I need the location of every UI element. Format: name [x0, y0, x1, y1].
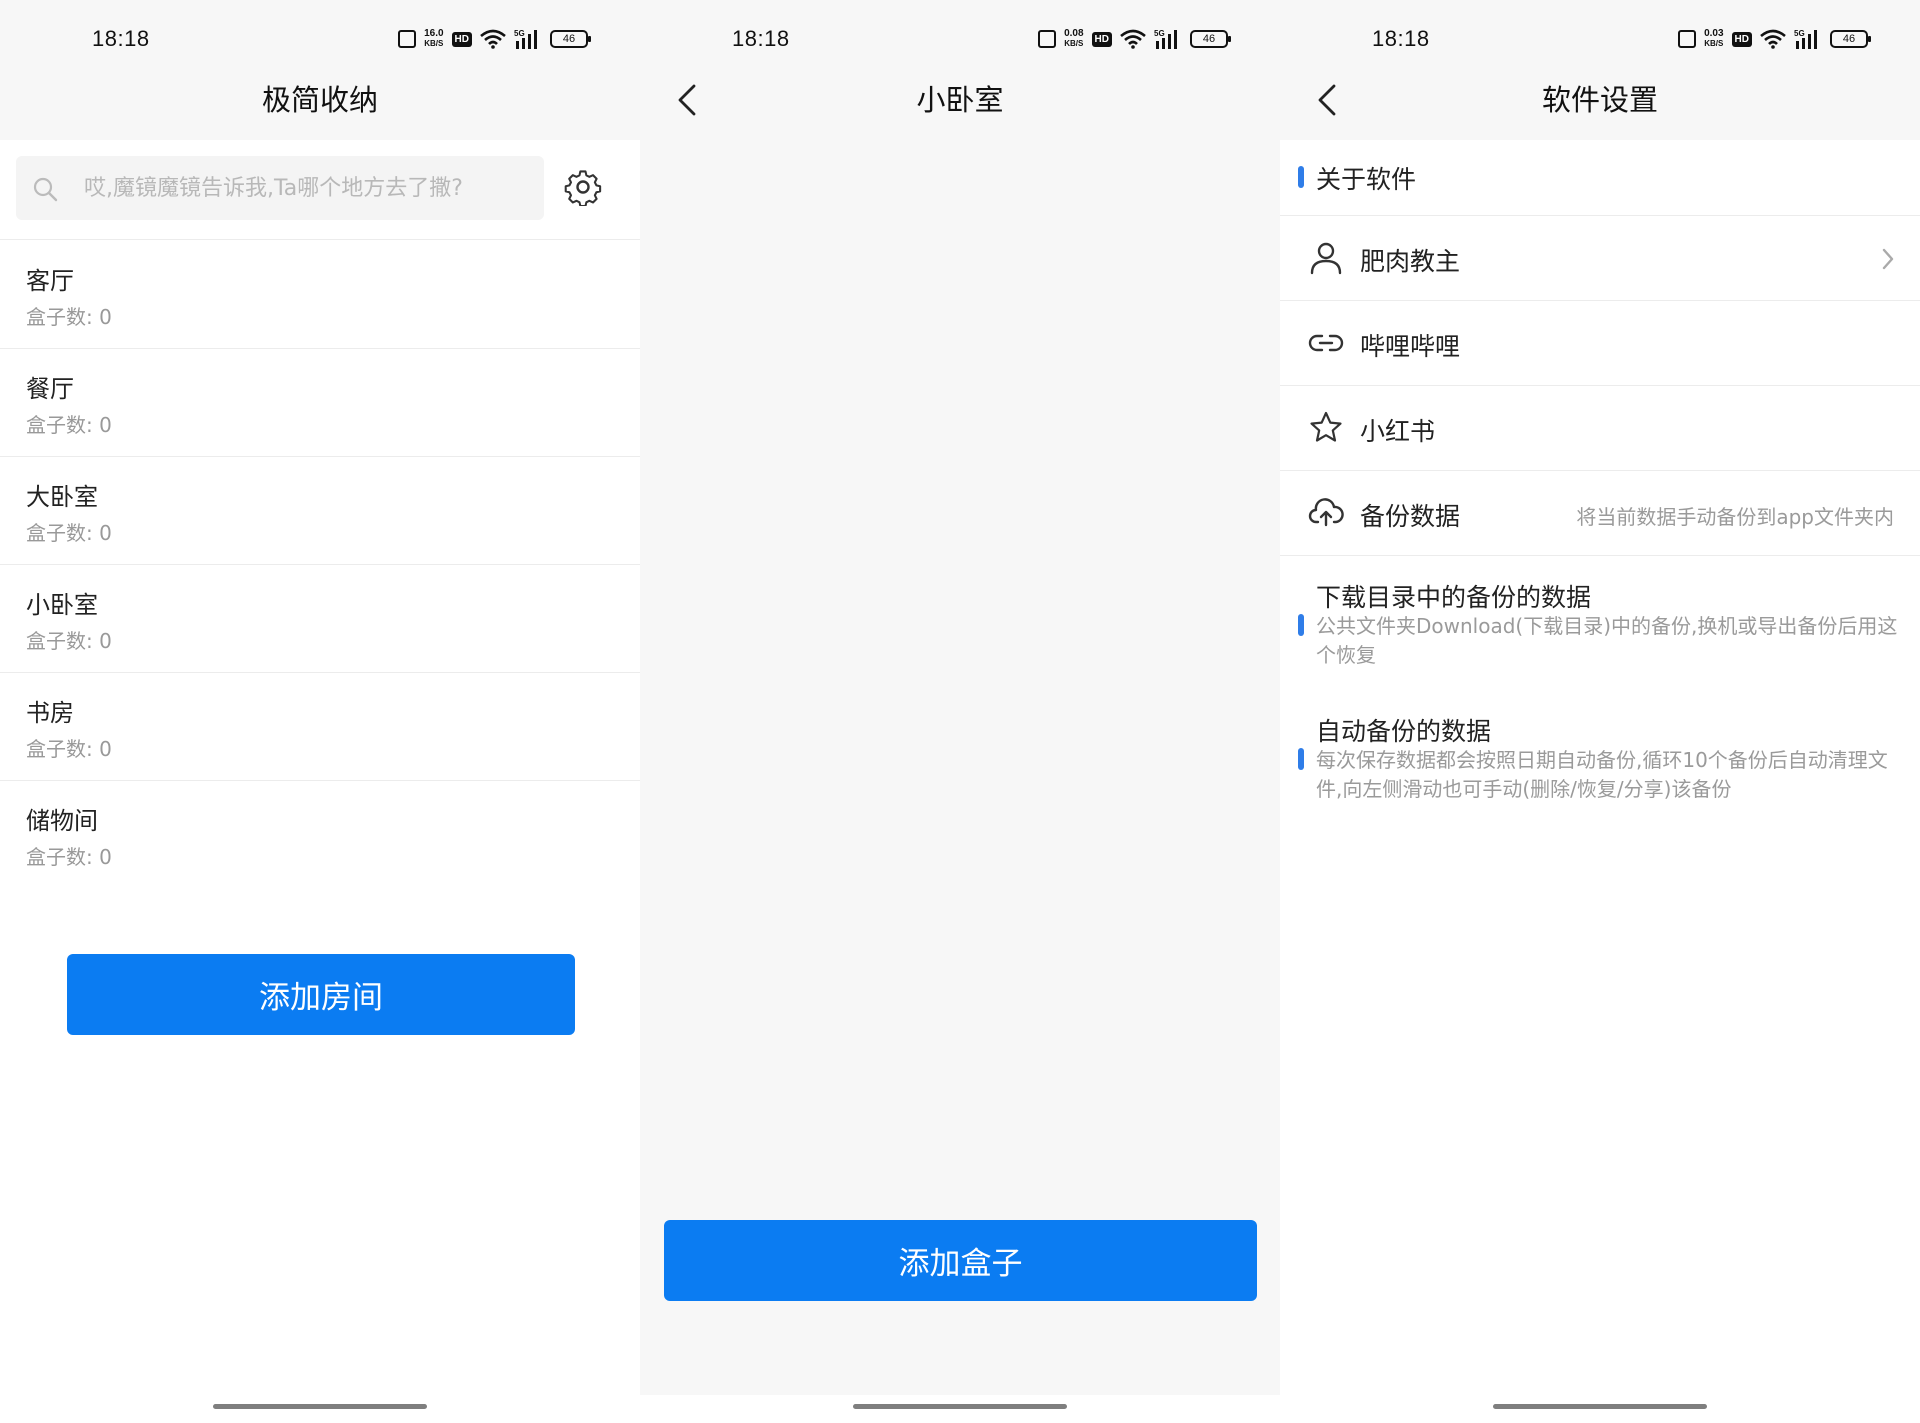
screen-room-detail: 18:18 0.08 KB/S HD 5G 46 小卧室 添加盒子 — [640, 0, 1280, 1423]
title-bar: 极简收纳 — [0, 80, 640, 140]
row-note: 将当前数据手动备份到app文件夹内 — [1576, 505, 1894, 529]
room-name: 书房 — [26, 699, 74, 727]
section-title: 自动备份的数据 — [1316, 717, 1492, 746]
search-bar — [0, 140, 640, 240]
home-indicator[interactable] — [213, 1404, 427, 1409]
room-name: 储物间 — [26, 807, 98, 835]
section-title: 下载目录中的备份的数据 — [1316, 583, 1592, 612]
section-desc: 公共文件夹Download(下载目录)中的备份,换机或导出备份后用这个恢复 — [1316, 614, 1898, 667]
status-time: 18:18 — [1372, 26, 1430, 51]
room-box-count: 盒子数: 0 — [26, 413, 112, 437]
room-box-count: 盒子数: 0 — [26, 737, 112, 761]
hd-icon: HD — [1091, 31, 1112, 47]
room-name: 小卧室 — [26, 591, 98, 619]
room-item[interactable]: 客厅 盒子数: 0 — [0, 241, 640, 349]
status-bar: 18:18 16.0 KB/S HD 5G 46 — [0, 0, 640, 80]
signal-icon: 5G — [1154, 29, 1177, 49]
battery-icon: 46 — [1830, 30, 1871, 48]
network-speed: 16.0 KB/S — [424, 28, 444, 49]
chevron-right-icon — [1882, 248, 1894, 270]
status-time: 18:18 — [92, 26, 150, 51]
signal-label: 5G — [1794, 29, 1805, 38]
room-item[interactable]: 大卧室 盒子数: 0 — [0, 457, 640, 565]
home-indicator[interactable] — [853, 1404, 1067, 1409]
wifi-icon — [480, 29, 506, 49]
status-time: 18:18 — [732, 26, 790, 51]
home-indicator[interactable] — [1493, 1404, 1707, 1409]
row-label: 小红书 — [1360, 417, 1436, 446]
row-label: 备份数据 — [1360, 502, 1461, 531]
room-box-count: 盒子数: 0 — [26, 845, 112, 869]
room-item[interactable]: 书房 盒子数: 0 — [0, 673, 640, 781]
section-accent — [1298, 166, 1304, 188]
author-row[interactable]: 肥肉教主 — [1280, 216, 1920, 301]
wifi-icon — [1120, 29, 1146, 49]
section-accent — [1298, 614, 1304, 636]
add-room-button[interactable]: 添加房间 — [67, 954, 575, 1035]
network-speed: 0.08 KB/S — [1064, 28, 1084, 49]
title-bar: 软件设置 — [1280, 80, 1920, 140]
screen-home: 18:18 16.0 KB/S HD 5G 46 极简收纳 哎,魔镜魔镜告诉我,… — [0, 0, 640, 1423]
room-box-count: 盒子数: 0 — [26, 521, 112, 545]
section-about: 关于软件 — [1280, 140, 1920, 216]
signal-label: 5G — [1154, 29, 1165, 38]
page-title: 软件设置 — [1541, 83, 1658, 117]
page-title: 小卧室 — [916, 83, 1004, 117]
signal-icon: 5G — [1794, 29, 1817, 49]
link-icon — [1308, 334, 1344, 352]
row-label: 哔哩哔哩 — [1360, 332, 1461, 361]
signal-label: 5G — [514, 29, 525, 38]
title-bar: 小卧室 — [640, 80, 1280, 140]
room-item[interactable]: 储物间 盒子数: 0 — [0, 781, 640, 889]
bilibili-row[interactable]: 哔哩哔哩 — [1280, 301, 1920, 386]
hd-icon: HD — [1731, 31, 1752, 47]
network-speed: 0.03 KB/S — [1704, 28, 1724, 49]
screen-settings: 18:18 0.03KB/S HD 5G 46 软件设置 关于软件 肥肉教主 — [1280, 0, 1920, 1423]
auto-backup-section[interactable]: 自动备份的数据 每次保存数据都会按照日期自动备份,循环10个备份后自动清理文件,… — [1280, 690, 1920, 820]
vibrate-icon — [398, 30, 417, 48]
search-icon — [33, 177, 58, 202]
section-title: 关于软件 — [1316, 165, 1417, 194]
status-bar: 18:18 0.08 KB/S HD 5G 46 — [640, 0, 1280, 80]
backup-row[interactable]: 备份数据 将当前数据手动备份到app文件夹内 — [1280, 471, 1920, 556]
section-desc: 每次保存数据都会按照日期自动备份,循环10个备份后自动清理文件,向左侧滑动也可手… — [1316, 748, 1888, 801]
room-item[interactable]: 餐厅 盒子数: 0 — [0, 349, 640, 457]
room-name: 大卧室 — [26, 483, 98, 511]
cloud-upload-icon — [1308, 498, 1344, 527]
xiaohongshu-row[interactable]: 小红书 — [1280, 386, 1920, 471]
signal-icon: 5G — [514, 29, 537, 49]
row-label: 肥肉教主 — [1360, 247, 1461, 276]
battery-icon: 46 — [550, 30, 591, 48]
room-box-count: 盒子数: 0 — [26, 305, 112, 329]
room-item[interactable]: 小卧室 盒子数: 0 — [0, 565, 640, 673]
vibrate-icon — [1678, 30, 1697, 48]
room-name: 客厅 — [26, 267, 74, 295]
user-icon — [1310, 242, 1342, 275]
room-box-count: 盒子数: 0 — [26, 629, 112, 653]
star-icon — [1310, 411, 1342, 442]
page-title: 极简收纳 — [261, 83, 378, 117]
room-name: 餐厅 — [26, 375, 74, 403]
battery-icon: 46 — [1190, 30, 1231, 48]
section-accent — [1298, 748, 1304, 770]
vibrate-icon — [1038, 30, 1057, 48]
box-list-empty — [640, 140, 1280, 1395]
add-box-button[interactable]: 添加盒子 — [664, 1220, 1257, 1301]
settings-gear-icon[interactable] — [564, 168, 602, 206]
download-backup-section[interactable]: 下载目录中的备份的数据 公共文件夹Download(下载目录)中的备份,换机或导… — [1280, 556, 1920, 686]
search-box[interactable] — [16, 156, 544, 220]
hd-icon: HD — [451, 31, 472, 47]
search-input[interactable] — [84, 156, 534, 220]
status-bar: 18:18 0.03 KB/S HD 5G 46 — [1280, 0, 1920, 80]
nav-bar-area — [640, 1395, 1280, 1423]
wifi-icon — [1760, 29, 1786, 49]
